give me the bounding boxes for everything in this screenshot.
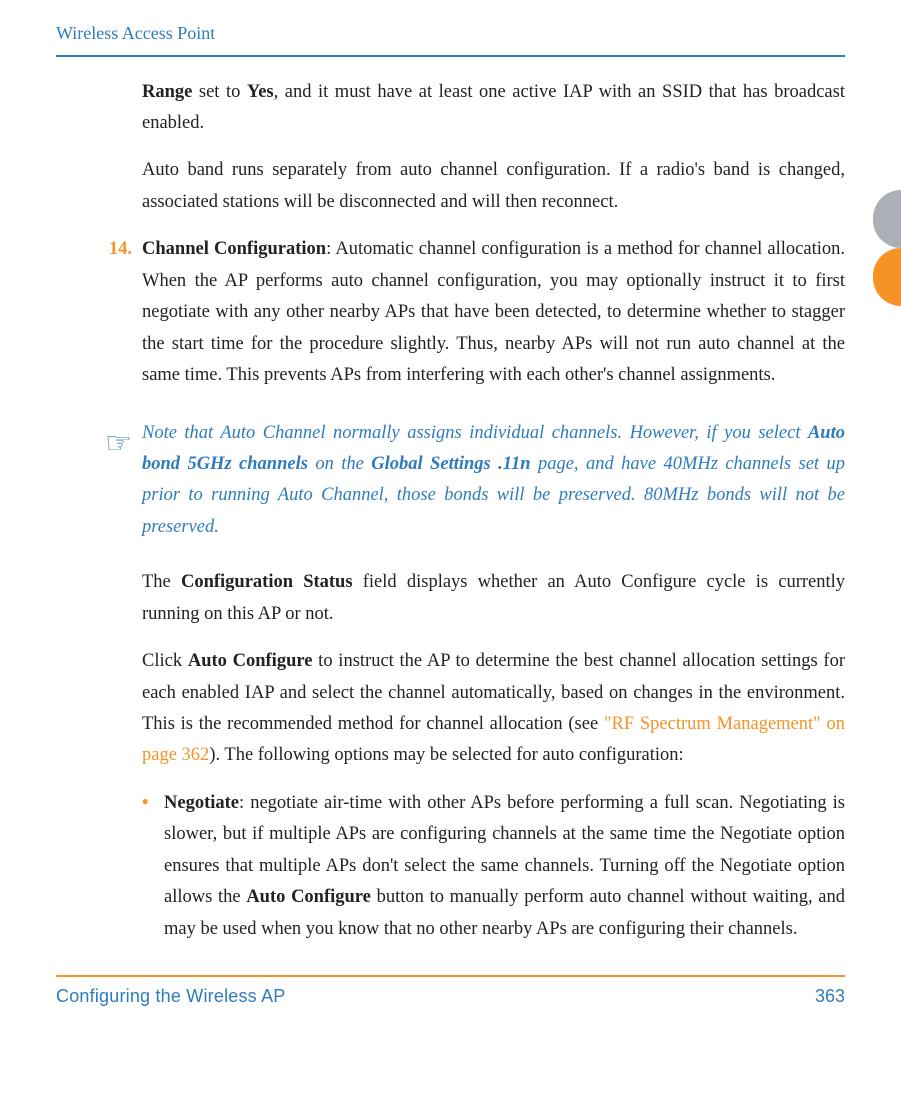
term-auto-configure-2: Auto Configure [246,887,371,907]
bullet-body-negotiate: Negotiate: negotiate air-time with other… [164,788,845,945]
page-number: 363 [815,981,845,1012]
page-header: Wireless Access Point [56,18,845,57]
header-title: Wireless Access Point [56,23,215,43]
page-footer: Configuring the Wireless AP 363 [56,975,845,1012]
term-channel-config: Channel Configuration [142,239,326,259]
list-item-14: 14. Channel Configuration: Automatic cha… [56,234,845,391]
footer-title: Configuring the Wireless AP [56,981,286,1012]
paragraph-range: Range set to Yes, and it must have at le… [142,77,845,140]
term-negotiate: Negotiate [164,793,239,813]
side-tab-orange [873,248,901,306]
bullet-negotiate: • Negotiate: negotiate air-time with oth… [56,788,845,945]
note-body: Note that Auto Channel normally assigns … [142,418,845,544]
paragraph-autoband: Auto band runs separately from auto chan… [142,155,845,218]
hand-icon: ☞ [100,418,142,544]
paragraph-config-status: The Configuration Status field displays … [142,567,845,630]
term-range: Range [142,82,192,102]
item-number-14: 14. [100,234,142,391]
item-body-14: Channel Configuration: Automatic channel… [142,234,845,391]
term-config-status: Configuration Status [181,572,353,592]
page: Wireless Access Point Range set to Yes, … [0,0,901,1060]
paragraph-auto-configure: Click Auto Configure to instruct the AP … [142,646,845,772]
term-auto-configure: Auto Configure [188,651,313,671]
side-tab-strip [873,220,901,306]
bullet-icon: • [142,788,164,945]
side-tab-grey [873,190,901,248]
note-callout: ☞ Note that Auto Channel normally assign… [100,418,845,544]
term-yes: Yes [247,82,274,102]
term-global-settings: Global Settings .11n [371,454,530,474]
